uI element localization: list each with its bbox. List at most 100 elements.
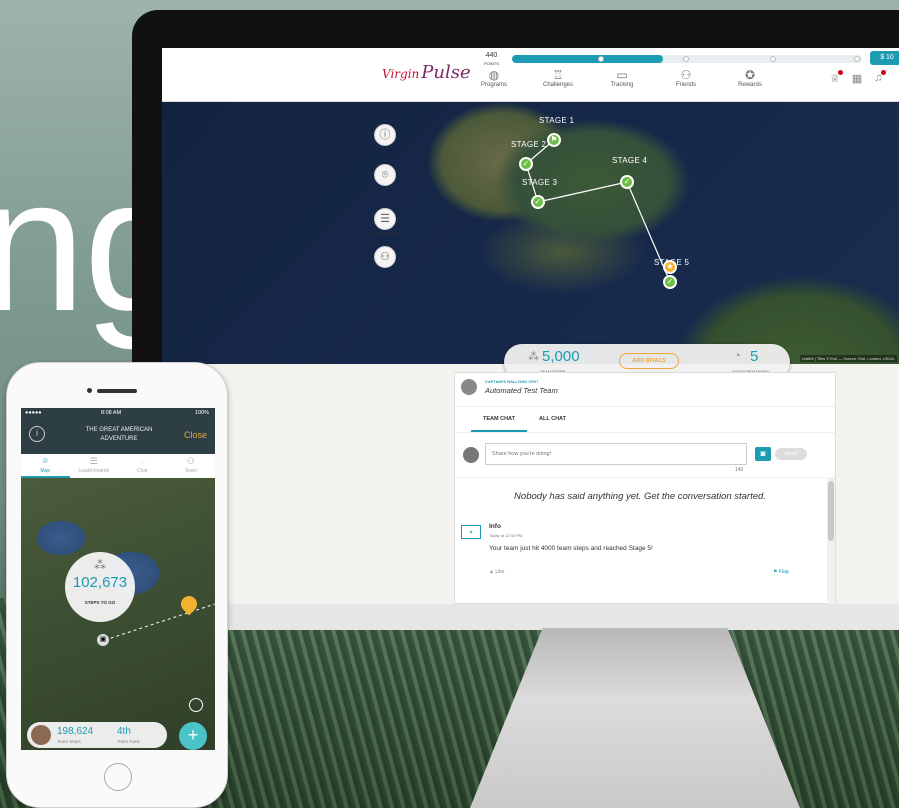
calendar-icon[interactable]: ▦ [852, 72, 862, 85]
flag-button[interactable]: ⚑ Flag [773, 569, 789, 575]
chat-header: CAPTAIN'S RALLYING CRY! Automated Test T… [455, 373, 835, 407]
steps-to-go-bubble: ⁂ 102,673 STEPS TO GO [65, 552, 135, 622]
team-rank-label: Team Rank [117, 739, 140, 744]
challenge-map-label: CHALLENGE MAP [370, 232, 400, 236]
team-rank-value: 4th [117, 726, 131, 737]
chat-input[interactable] [485, 443, 747, 465]
post-body: Your team just hit 4000 team steps and r… [489, 545, 653, 552]
team-steps-value: 5,000 [542, 348, 580, 365]
home-button[interactable] [104, 763, 132, 791]
tab-map[interactable]: ⌾ Map [21, 454, 70, 478]
rallying-cry-label: CAPTAIN'S RALLYING CRY! [485, 379, 539, 384]
friends-icon: ⚇ [680, 68, 692, 82]
phone-screen: ●●●●● 8:08 AM 100% i THE GREAT AMERICAN … [21, 408, 215, 750]
stage-marker[interactable]: ✓ [531, 195, 545, 209]
add-button[interactable]: + [179, 722, 207, 750]
days-remaining-value: 5 [750, 348, 759, 365]
tab-leaderboards[interactable]: ☰ Leaderboards [70, 454, 119, 478]
nav-friends[interactable]: ⚇ Friends [654, 68, 718, 88]
stopwatch-icon: ◔ [734, 350, 741, 362]
progress-milestone [854, 56, 860, 62]
progress-milestone [598, 56, 604, 62]
post-title: Info [489, 523, 501, 530]
char-count: 140 [735, 467, 744, 473]
status-time: 8:08 AM [101, 410, 122, 416]
info-button[interactable]: ⓘ [374, 124, 396, 146]
progress-fill [512, 55, 663, 63]
bell-icon[interactable]: ♫ [874, 70, 886, 85]
locate-icon[interactable] [189, 698, 203, 712]
chat-scrollbar[interactable] [827, 477, 835, 604]
stage-label: STAGE 2 [511, 140, 547, 149]
points-progress-bar [512, 55, 862, 63]
user-avatar [463, 447, 479, 463]
close-button[interactable]: Close [184, 430, 207, 440]
phone-map[interactable]: ⁂ 102,673 STEPS TO GO ▣ 198,624 Team Ste… [21, 478, 215, 750]
chat-panel: CAPTAIN'S RALLYING CRY! Automated Test T… [454, 372, 836, 604]
route-path [525, 139, 671, 283]
footprints-icon: ⁂ [528, 351, 539, 363]
map-pin-icon: ⌾ [42, 456, 48, 466]
divider [455, 477, 825, 478]
camera-icon[interactable]: ◙ [755, 447, 771, 461]
like-button[interactable]: ▲ Like [489, 569, 505, 575]
list-icon: ☰ [89, 456, 98, 466]
globe-icon: ◍ [488, 68, 500, 82]
steps-to-go-label: STEPS TO GO [84, 600, 116, 605]
tab-chat[interactable]: ◌ Chat [118, 454, 167, 478]
stage-marker[interactable]: ⚑ [547, 133, 561, 147]
nav-rewards[interactable]: ✪ Rewards [718, 68, 782, 88]
nav-tracking[interactable]: ▭ Tracking [590, 68, 654, 88]
points-counter: 440 POINTS [484, 52, 499, 66]
phone-camera [87, 388, 92, 393]
team-name: Automated Test Team [485, 386, 558, 395]
stage-label: STAGE 3 [522, 178, 558, 187]
footprints-icon: ⁂ [94, 558, 106, 572]
stage-marker-current[interactable]: ★ [663, 260, 677, 274]
nav-challenges[interactable]: ♖ Challenges [526, 68, 590, 88]
challenge-map[interactable]: STAGE 1 ⚑ STAGE 2 ✓ STAGE 3 ✓ STAGE 4 ✓ … [162, 102, 899, 380]
phone-app-header: i THE GREAT AMERICAN ADVENTURE Close [21, 420, 215, 454]
header-icons: ♕ ▦ ♫ [830, 70, 886, 85]
info-icon: ⓘ [379, 129, 391, 141]
leaderboard-button[interactable]: ☰ [374, 208, 396, 230]
phone-device: ●●●●● 8:08 AM 100% i THE GREAT AMERICAN … [6, 362, 228, 808]
system-avatar: ◈ [461, 525, 481, 539]
progress-milestone [683, 56, 689, 62]
battery-status: 100% [194, 410, 209, 416]
avatar [31, 725, 51, 745]
cash-reward-badge[interactable]: $ 10 [870, 51, 899, 65]
list-icon: ☰ [380, 213, 390, 225]
scroll-thumb[interactable] [828, 481, 834, 541]
add-rivals-button[interactable]: ADD RIVALS [619, 353, 679, 369]
stage-marker[interactable]: ✓ [663, 275, 677, 289]
tab-team-chat[interactable]: TEAM CHAT [471, 407, 527, 432]
chat-tabs: TEAM CHAT ALL CHAT [455, 407, 835, 433]
trophy-icon: ♖ [552, 68, 564, 82]
calendar-icon: ▭ [616, 68, 628, 82]
team-icon: ⚇ [186, 456, 195, 466]
nav-programs[interactable]: ◍ Programs [462, 68, 526, 88]
phone-tabs: ⌾ Map ☰ Leaderboards ◌ Chat ⚇ Team [21, 454, 215, 478]
rewards-icon: ✪ [744, 68, 756, 82]
phone-speaker [97, 389, 137, 393]
tab-all-chat[interactable]: ALL CHAT [527, 407, 578, 432]
info-icon[interactable]: i [29, 426, 45, 442]
steps-to-go-value: 102,673 [72, 574, 128, 591]
stage-label: STAGE 4 [612, 156, 648, 165]
tab-team[interactable]: ⚇ Team [167, 454, 216, 478]
trophy-notification-icon[interactable]: ♕ [830, 70, 843, 85]
signal-indicator: ●●●●● [25, 410, 42, 416]
phone-status-bar: ●●●●● 8:08 AM 100% [21, 408, 215, 420]
chat-compose: ◙ SEND 140 [463, 443, 823, 473]
challenge-map-button[interactable]: ⌾ [374, 164, 396, 186]
map-attribution[interactable]: Leaflet | Tiles © Esri — Source: Esri, i… [799, 355, 897, 362]
stage-marker[interactable]: ✓ [519, 157, 533, 171]
stage-marker[interactable]: ✓ [620, 175, 634, 189]
team-button[interactable]: ⚇ [374, 246, 396, 268]
map-pin-icon: ⌾ [381, 169, 389, 181]
virgin-pulse-logo[interactable]: Virgin Pulse [382, 62, 471, 83]
team-steps-label: Team Steps [57, 739, 81, 744]
send-button[interactable]: SEND [775, 448, 807, 460]
team-steps-value: 198,624 [57, 726, 94, 737]
